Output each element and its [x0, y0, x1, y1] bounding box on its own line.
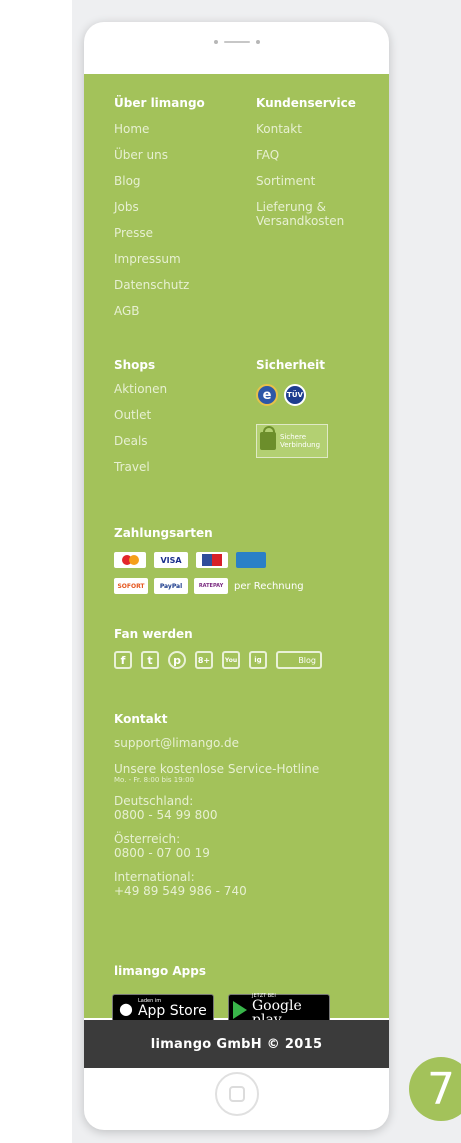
contact-heading: Kontakt — [114, 712, 168, 726]
service-link-lieferung[interactable]: Lieferung & Versandkosten — [256, 200, 366, 228]
invoice-label: per Rechnung — [234, 580, 304, 592]
facebook-icon[interactable]: f — [114, 651, 132, 669]
about-link-agb[interactable]: AGB — [114, 298, 205, 324]
phone-frame: Über limango Home Über uns Blog Jobs Pre… — [84, 22, 389, 1130]
paypal-icon: PayPal — [154, 578, 188, 594]
trusted-shops-seal-icon[interactable]: e — [256, 384, 278, 406]
shops-link-travel[interactable]: Travel — [114, 454, 167, 480]
ssl-badge: Sichere Verbindung — [256, 424, 328, 458]
about-link-blog[interactable]: Blog — [114, 168, 205, 194]
about-link-presse[interactable]: Presse — [114, 220, 205, 246]
ratepay-icon: RATEPAY — [194, 578, 228, 594]
phone-speaker — [213, 40, 260, 44]
instagram-icon[interactable]: ig — [249, 651, 267, 669]
footer-screen: Über limango Home Über uns Blog Jobs Pre… — [84, 74, 389, 1027]
ssl-text-line-2: Verbindung — [280, 441, 321, 449]
contact-at-number[interactable]: 0800 - 07 00 19 — [114, 846, 379, 860]
phone-home-button[interactable] — [214, 1072, 259, 1116]
step-number: 7 — [427, 1063, 455, 1115]
youtube-icon[interactable]: You — [222, 651, 240, 669]
about-heading: Über limango — [114, 96, 205, 110]
contact-de-label: Deutschland: — [114, 794, 194, 808]
copyright-text: limango GmbH © 2015 — [150, 1036, 323, 1052]
contact-int-label: International: — [114, 870, 195, 884]
contact-int-number[interactable]: +49 89 549 986 - 740 — [114, 884, 379, 898]
app-store-big-text: App Store — [137, 1003, 207, 1019]
app-store-button[interactable]: ● Laden im App Store — [112, 994, 214, 1022]
shops-link-deals[interactable]: Deals — [114, 428, 167, 454]
about-column: Über limango Home Über uns Blog Jobs Pre… — [114, 96, 205, 324]
apple-icon: ● — [119, 998, 133, 1018]
lock-icon — [260, 426, 276, 450]
fan-heading: Fan werden — [114, 627, 193, 641]
pinterest-icon[interactable]: p — [168, 651, 186, 669]
google-plus-icon[interactable]: 8+ — [195, 651, 213, 669]
about-link-jobs[interactable]: Jobs — [114, 194, 205, 220]
shops-link-aktionen[interactable]: Aktionen — [114, 376, 167, 402]
sofort-icon: SOFORT — [114, 578, 148, 594]
about-link-ueber-uns[interactable]: Über uns — [114, 142, 205, 168]
contact-section: Kontakt support@limango.de Unsere kosten… — [114, 712, 379, 898]
twitter-icon[interactable]: t — [141, 651, 159, 669]
tuv-seal-icon[interactable]: TÜV — [284, 384, 306, 406]
service-heading: Kundenservice — [256, 96, 356, 110]
about-link-home[interactable]: Home — [114, 116, 205, 142]
contact-email[interactable]: support@limango.de — [114, 736, 379, 750]
apps-heading-wrap: limango Apps — [114, 964, 206, 978]
contact-de-number[interactable]: 0800 - 54 99 800 — [114, 808, 379, 822]
security-column: Sicherheit e TÜV Sichere Verbindung — [256, 358, 328, 458]
shops-heading: Shops — [114, 358, 156, 372]
shops-link-outlet[interactable]: Outlet — [114, 402, 167, 428]
shops-column: Shops Aktionen Outlet Deals Travel — [114, 358, 167, 480]
visa-icon: VISA — [154, 552, 188, 568]
service-column: Kundenservice Kontakt FAQ Sortiment Lief… — [256, 96, 376, 228]
ec-icon — [196, 552, 228, 568]
google-play-icon — [233, 1001, 247, 1019]
home-square-icon — [228, 1086, 245, 1102]
contact-hotline: Unsere kostenlose Service-Hotline — [114, 762, 320, 776]
about-link-impressum[interactable]: Impressum — [114, 246, 205, 272]
service-link-sortiment[interactable]: Sortiment — [256, 168, 376, 194]
payment-section: Zahlungsarten VISA SOFORT PayPal RATEPAY… — [114, 526, 374, 594]
copyright-bar: limango GmbH © 2015 — [84, 1020, 389, 1068]
security-heading: Sicherheit — [256, 358, 325, 372]
tuv-label: TÜV — [287, 391, 303, 399]
contact-at-label: Österreich: — [114, 832, 181, 846]
ssl-text-line-1: Sichere — [280, 433, 307, 441]
apps-heading: limango Apps — [114, 964, 206, 978]
payment-heading: Zahlungsarten — [114, 526, 213, 540]
blog-icon[interactable]: Blog — [276, 651, 322, 669]
mastercard-icon — [114, 552, 146, 568]
about-link-datenschutz[interactable]: Datenschutz — [114, 272, 205, 298]
contact-hours: Mo. - Fr. 8:00 bis 19:00 — [114, 776, 194, 784]
service-link-kontakt[interactable]: Kontakt — [256, 116, 376, 142]
amex-icon — [236, 552, 266, 568]
fan-section: Fan werden f t p 8+ You ig Blog — [114, 627, 374, 669]
ssl-text: Sichere Verbindung — [280, 433, 320, 449]
service-link-faq[interactable]: FAQ — [256, 142, 376, 168]
